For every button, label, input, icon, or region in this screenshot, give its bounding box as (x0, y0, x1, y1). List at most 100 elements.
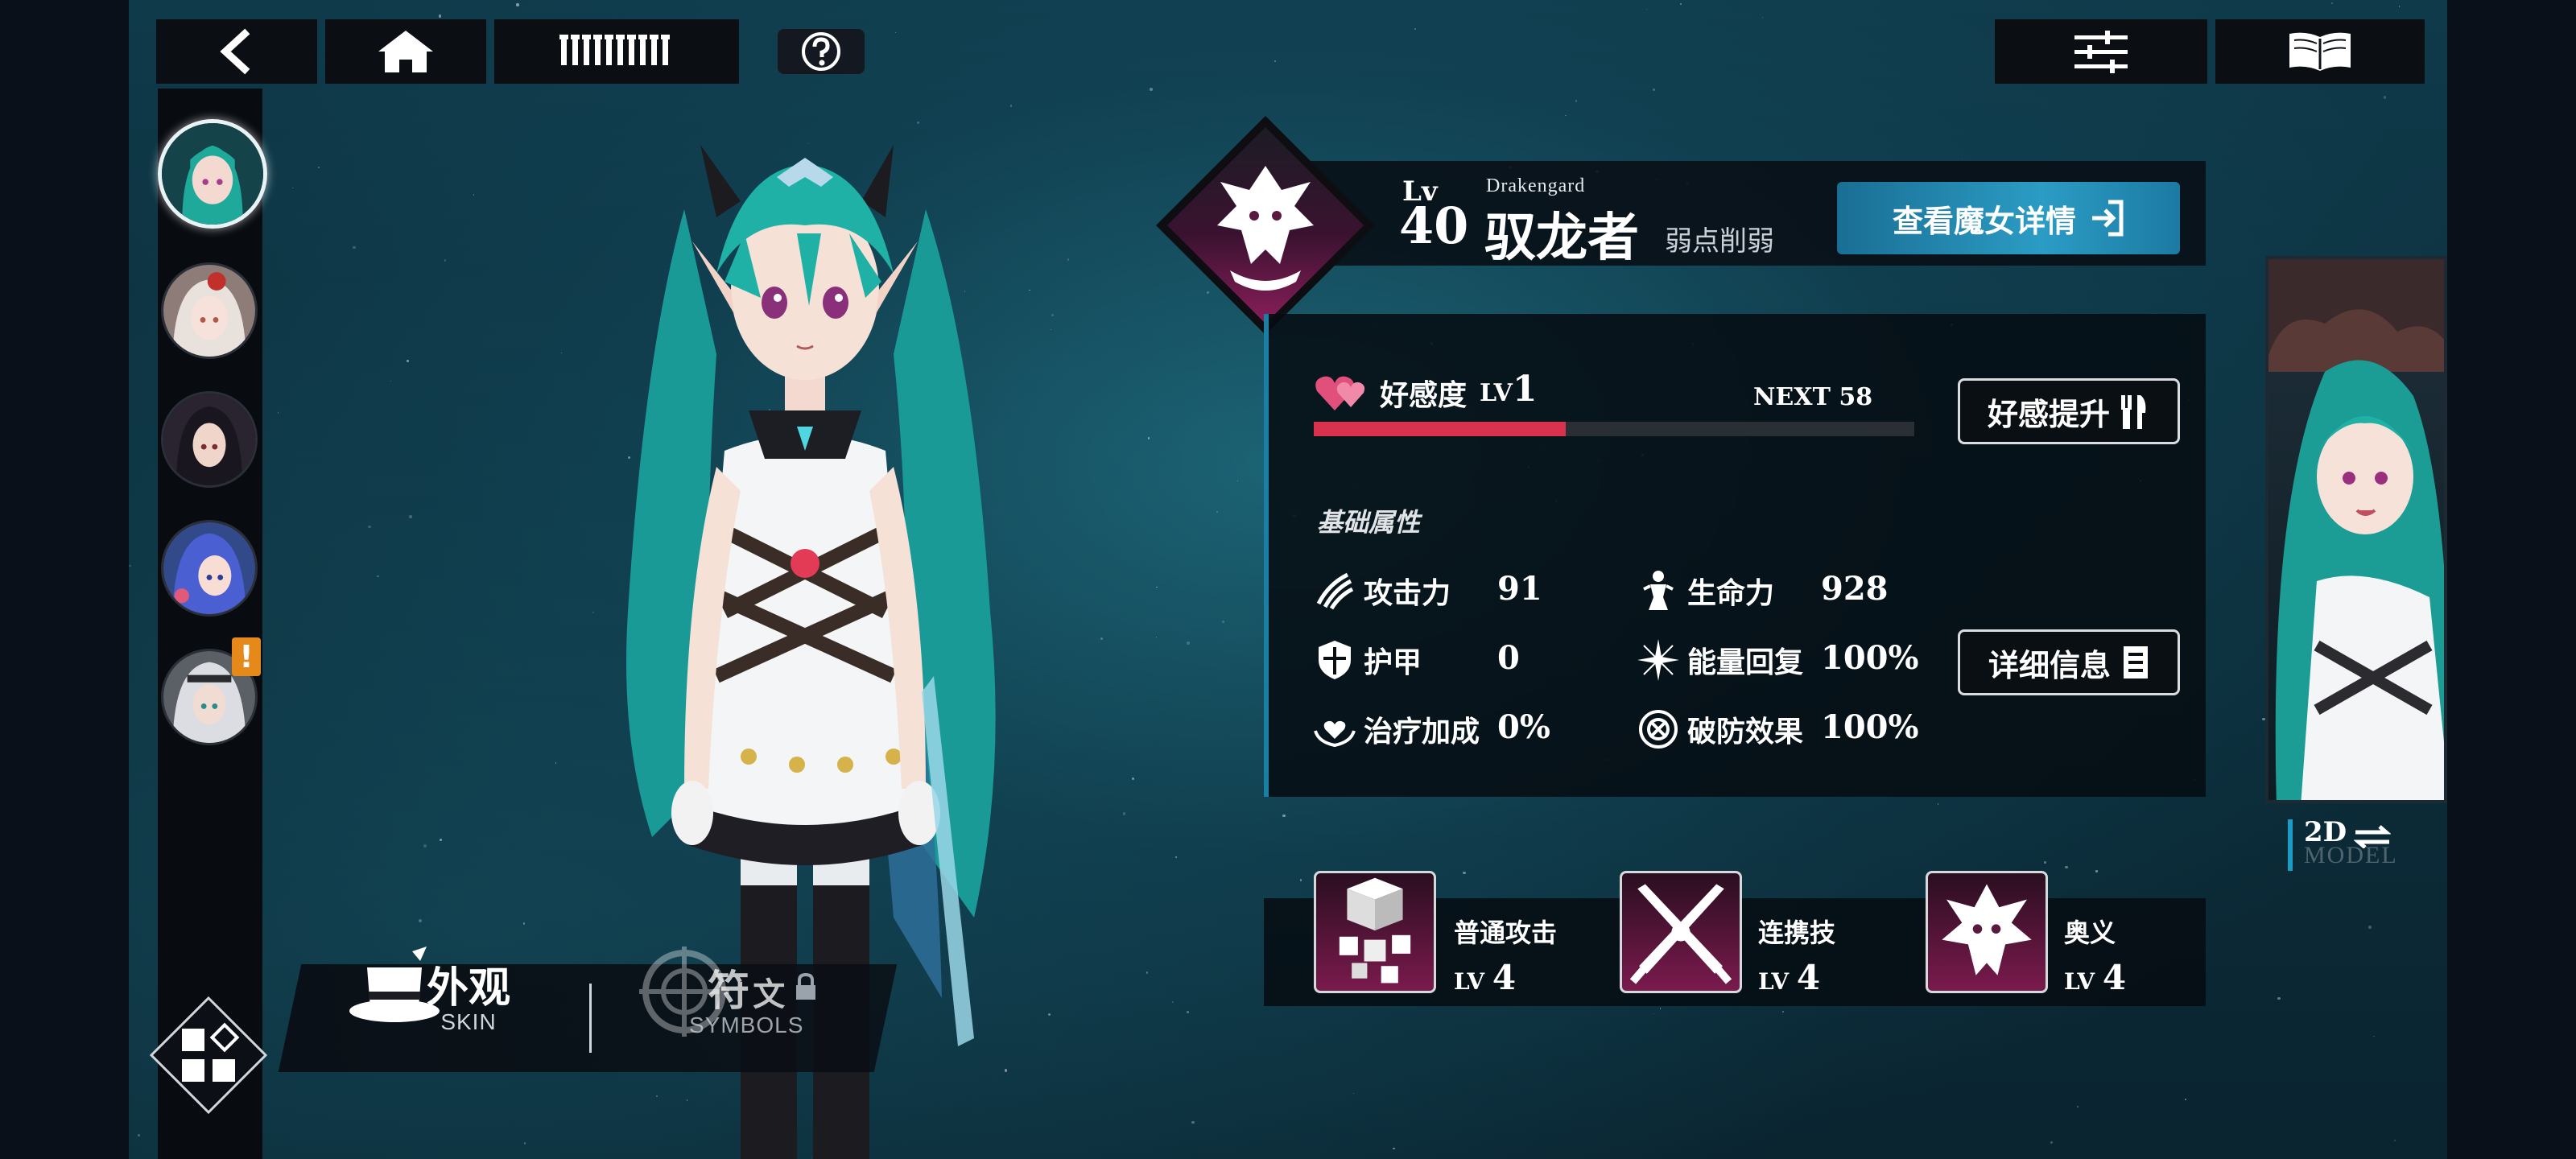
symbols-label: 符 (708, 967, 750, 1016)
affection-hearts-icon (1315, 376, 1365, 410)
base-stats-title: 基础属性 (1317, 507, 1421, 538)
skill-1-button[interactable] (1314, 871, 1436, 993)
skill-1-name: 普通攻击 (1454, 918, 1558, 948)
symbols-sub-label: SYMBOLS (689, 1013, 804, 1037)
stat-heal-name: 治疗加成 (1364, 715, 1480, 749)
skill-3-name: 奥义 (2064, 918, 2116, 948)
grid-menu-icon (149, 996, 268, 1115)
cubes-icon (1339, 877, 1411, 984)
stat-energy-value: 100% (1821, 639, 1919, 677)
stat-energy-name: 能量回复 (1687, 645, 1804, 679)
stat-energy: 能量回复 100% (1636, 637, 1919, 683)
skill-level-prefix: LV (2064, 968, 2095, 995)
dragon-head-icon (1942, 884, 2032, 975)
skill-1-level: LV 4 (1454, 958, 1516, 997)
skill-3-level: LV 4 (2064, 958, 2126, 997)
lock-icon (796, 972, 815, 1000)
affection-progress-bar (1314, 422, 1914, 436)
tab-divider (589, 984, 592, 1053)
stat-heal: 治疗加成 0% (1312, 707, 1550, 752)
stat-armor-value: 0 (1497, 639, 1520, 677)
back-arrow-icon (220, 28, 250, 75)
skill-level-value: 4 (1796, 958, 1821, 997)
skin-tab[interactable]: 外观 SKIN (346, 943, 555, 1072)
sliders-icon (2074, 31, 2128, 73)
character-card-illustration (2268, 259, 2444, 800)
stat-break-value: 100% (1821, 708, 1919, 746)
character-trait: 弱点削弱 (1665, 225, 1774, 258)
home-button[interactable] (325, 19, 486, 84)
body-icon (1636, 568, 1681, 613)
stat-armor: 护甲 0 (1312, 637, 1520, 683)
roster-bars-icon (559, 35, 670, 65)
claw-icon (1312, 568, 1357, 613)
stat-heal-value: 0% (1497, 708, 1550, 746)
menu-button[interactable] (148, 995, 269, 1116)
symbols-label-small: 文 (753, 975, 786, 1013)
settings-button[interactable] (1995, 19, 2207, 84)
book-icon (2289, 32, 2351, 71)
help-icon (802, 32, 840, 71)
heart-hands-icon (1312, 707, 1357, 752)
skill-2-name: 连携技 (1758, 918, 1836, 948)
affection-level-prefix: LV (1480, 379, 1513, 407)
affection-level: LV1 (1480, 369, 1537, 410)
document-icon (2124, 646, 2148, 678)
skin-sub-label: SKIN (440, 1009, 497, 1034)
avatar-portrait-white (163, 265, 255, 357)
avatar-portrait-dark (163, 394, 255, 485)
shield-icon (1312, 637, 1357, 683)
cutlery-icon (2121, 395, 2146, 429)
stat-break-name: 破防效果 (1687, 715, 1804, 749)
affection-level-value: 1 (1512, 369, 1538, 410)
witch-avatar-2[interactable] (161, 262, 258, 359)
affection-progress-fill (1314, 422, 1567, 436)
skin-label: 外观 (427, 963, 511, 1013)
crossed-swords-icon (1629, 884, 1732, 984)
view-witch-detail-label: 查看魔女详情 (1892, 203, 2076, 239)
view-witch-detail-button[interactable]: 查看魔女详情 (1837, 182, 2180, 254)
affection-boost-button[interactable]: 好感提升 (1958, 378, 2180, 444)
skill-level-value: 4 (2102, 958, 2127, 997)
witch-avatar-1[interactable] (158, 119, 267, 229)
sparkle-icon (1636, 637, 1681, 683)
model-toggle-button[interactable]: 2D MODEL (2304, 816, 2441, 872)
alert-badge: ! (232, 637, 261, 676)
model-toggle-accent (2288, 819, 2293, 871)
affection-next: NEXT 58 (1753, 383, 1873, 411)
target-icon (1636, 707, 1681, 752)
model-mode-sub: MODEL (2304, 842, 2398, 868)
character-class-name: 驭龙者 (1484, 208, 1639, 268)
class-emblem (1156, 116, 1375, 335)
right-letterbox (2447, 0, 2576, 1159)
stat-armor-name: 护甲 (1364, 645, 1422, 679)
stat-hp: 生命力 928 (1636, 568, 1889, 613)
witch-avatar-4[interactable] (161, 520, 258, 617)
affection-label: 好感度 (1380, 378, 1468, 412)
level-value: 40 (1399, 196, 1469, 255)
help-button[interactable] (778, 29, 865, 74)
skill-level-prefix: LV (1454, 968, 1485, 995)
stat-attack: 攻击力 91 (1312, 568, 1542, 613)
witch-avatar-3[interactable] (161, 391, 258, 488)
skill-2-button[interactable] (1620, 871, 1742, 993)
codex-button[interactable] (2215, 19, 2425, 84)
detail-info-label: 详细信息 (1988, 647, 2111, 683)
detail-info-button[interactable]: 详细信息 (1958, 629, 2180, 695)
stat-hp-name: 生命力 (1687, 576, 1775, 610)
roster-button[interactable] (494, 19, 739, 84)
stat-break: 破防效果 100% (1636, 707, 1919, 752)
home-icon (378, 31, 433, 72)
symbols-tab[interactable]: 符文 SYMBOLS (636, 943, 877, 1072)
stat-attack-value: 91 (1497, 570, 1542, 608)
skill-3-button[interactable] (1926, 871, 2048, 993)
skill-level-prefix: LV (1758, 968, 1790, 995)
stat-hp-value: 928 (1821, 570, 1889, 608)
class-name-en: Drakengard (1486, 175, 1586, 196)
avatar-portrait-blue (163, 522, 255, 614)
skill-level-value: 4 (1492, 958, 1517, 997)
left-letterbox (0, 0, 129, 1159)
avatar-portrait-teal (162, 123, 263, 225)
back-button[interactable] (156, 19, 317, 84)
character-card-art[interactable] (2265, 256, 2447, 803)
